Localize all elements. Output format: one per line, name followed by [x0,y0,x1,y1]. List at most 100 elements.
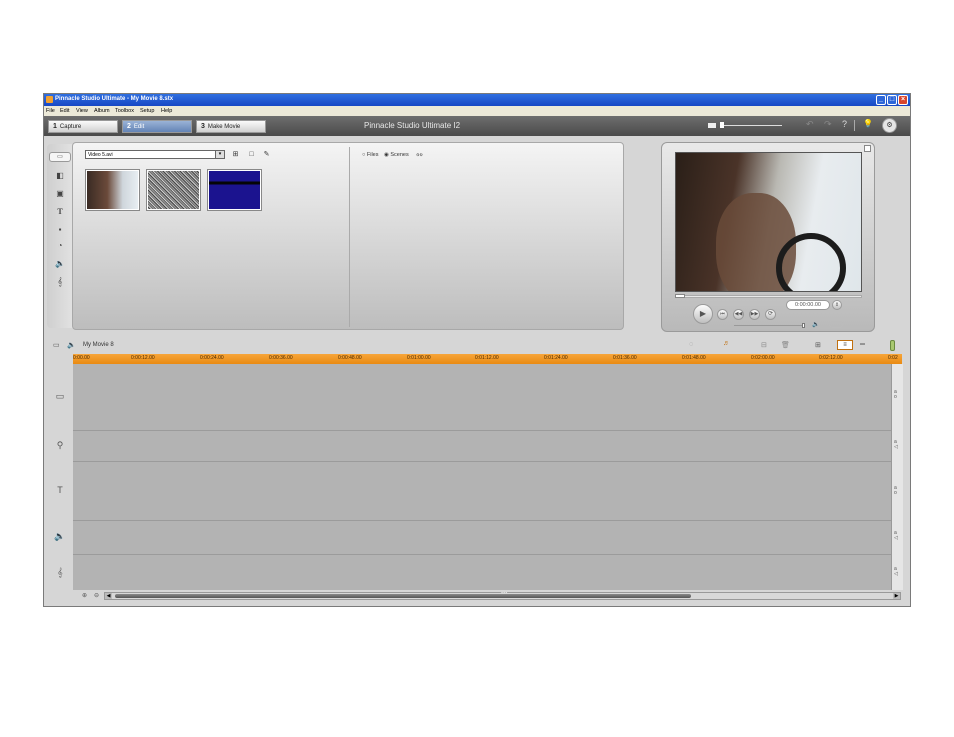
timeline-scale-icon[interactable] [890,340,895,351]
jog-handle[interactable] [802,323,805,328]
undo-icon[interactable]: ↶ [806,119,814,130]
folder-icon[interactable]: □ [247,150,256,159]
fullscreen-icon[interactable] [864,145,871,152]
timeline-ruler[interactable]: 0:00.00 0:00:12.00 0:00:24.00 0:00:36.00… [73,354,902,364]
redo-icon[interactable]: ↷ [824,119,832,130]
tab-edit[interactable]: 2 Edit [122,120,192,133]
menu-view[interactable]: View [76,108,88,114]
music-icon[interactable]: 𝄞 [55,278,65,286]
photos-icon[interactable]: ▣ [55,190,65,198]
timeline-mode-icon[interactable]: ≡ [837,340,853,350]
close-button[interactable]: × [898,95,908,105]
maximize-button[interactable]: □ [887,95,897,105]
lock-icon[interactable]: ao [894,486,897,496]
player-volume-icon[interactable]: 🔈 [812,321,819,328]
scroll-right-arrow[interactable]: ▶ [893,593,900,599]
scrollbar-thumb[interactable]: ••• [115,591,691,598]
dvd-remote-icon[interactable] [829,321,843,328]
menu-bar: File Edit View Album Toolbox Setup Help [44,106,910,116]
video-preview [675,152,862,292]
album-page-divider [349,147,350,327]
text-view-icon[interactable]: ═ [860,341,865,348]
timecode-display[interactable]: 0:00:00.00 [786,300,830,310]
album-options-icon[interactable]: ⊞ [231,150,240,159]
tab-make-movie[interactable]: 3 Make Movie [196,120,266,133]
rewind-button[interactable]: ◀◀ [733,309,744,320]
go-to-start-button[interactable]: ⏮ [717,309,728,320]
fast-forward-button[interactable]: ▶▶ [749,309,760,320]
track-divider [73,554,891,555]
menu-help[interactable]: Help [161,108,172,114]
timeline-scrollbar[interactable]: ◀ ••• ▶ [104,591,901,600]
window-title: Pinnacle Studio Ultimate - My Movie 8.st… [55,96,174,102]
source-dropdown[interactable]: Video 5.avi ▾ [85,150,225,159]
zoom-out-icon[interactable]: ⊖ [94,592,99,599]
video-tab-icon[interactable]: ▭ [49,152,71,162]
scrubber-handle[interactable] [675,294,685,298]
scene-thumbnail-2[interactable] [147,170,200,210]
radio-scenes[interactable]: ◉ Scenes [384,152,409,158]
track-divider [73,430,891,431]
menu-setup[interactable]: Setup [140,108,154,114]
menu-toolbox[interactable]: Toolbox [115,108,134,114]
razor-icon[interactable]: ◌ [689,341,693,348]
radio-files[interactable]: ○ Files [362,152,378,158]
lightbulb-icon[interactable]: 💡 [863,119,873,128]
storyboard-view-icon[interactable]: ▭ [53,341,60,349]
app-window: Pinnacle Studio Ultimate - My Movie 8.st… [43,93,911,607]
jog-slider[interactable] [734,325,804,326]
titles-icon[interactable]: T [55,208,65,216]
toolbar-divider [854,120,855,131]
timecode-stepper[interactable]: ⇕ [832,300,842,310]
zoom-in-icon[interactable]: ⊕ [82,592,87,599]
track-divider [73,520,891,521]
overlay-track-icon[interactable]: ⚲ [54,440,66,450]
album-tool-icon[interactable]: ✎ [262,150,271,159]
volume-slider[interactable] [720,125,782,126]
title-track-icon[interactable]: T [54,485,66,495]
trash-icon[interactable]: 🗑 [781,341,790,349]
timeline-tracks[interactable] [73,364,891,590]
video-track-icon[interactable]: ▭ [54,391,66,401]
app-name: Pinnacle Studio Ultimate I2 [364,121,461,130]
settings-icon[interactable]: ⚙ [882,118,897,133]
mode-tab-bar: 1 Capture 2 Edit 3 Make Movie Pinnacle Stud… [44,116,910,136]
lock-icon[interactable]: ao [894,390,897,400]
menu-file[interactable]: File [46,108,55,114]
player-panel: ▶ ⏮ ◀◀ ▶▶ ⟳ 0:00:00.00 ⇕ 🔈 [661,142,875,332]
title-bar: Pinnacle Studio Ultimate - My Movie 8.st… [44,94,910,106]
scrubber-bar[interactable] [675,295,862,298]
scroll-left-arrow[interactable]: ◀ [105,593,112,599]
lock-icon[interactable]: a ◁ [894,567,898,577]
transitions-icon[interactable]: ◧ [55,172,65,180]
view-mode-radios: ○ Files ◉ Scenes ℴℴ [362,150,423,158]
scene-detect-icon[interactable]: ℴℴ [416,151,422,158]
audio-mixer-icon[interactable]: ♬ [723,340,730,347]
scene-thumbnail-3[interactable] [208,170,261,210]
tab-capture[interactable]: 1 Capture [48,120,118,133]
app-icon [46,96,53,103]
menu-album[interactable]: Album [94,108,110,114]
help-icon[interactable]: ? [842,119,847,129]
audio-view-icon[interactable]: 🔈 [67,341,76,349]
minimize-button[interactable]: _ [876,95,886,105]
chevron-down-icon[interactable]: ▾ [215,151,224,158]
lock-icon[interactable]: a ◁ [894,531,898,541]
menu-edit[interactable]: Edit [60,108,69,114]
scene-thumbnail-1[interactable] [86,170,139,210]
lock-icon[interactable]: a ◁ [894,440,898,450]
track-lock-column: ao a ◁ ao a ◁ a ◁ [891,364,903,590]
track-divider [73,461,891,462]
volume-icon[interactable] [708,123,716,128]
sound-track-icon[interactable]: 🔈 [54,531,66,541]
storyboard-mode-icon[interactable]: ⊞ [815,341,821,349]
loop-button[interactable]: ⟳ [765,309,776,320]
audio-icon[interactable]: 🔈 [55,260,65,268]
split-clip-icon[interactable]: ⊟ [761,341,767,349]
disc-menu-icon[interactable]: ▪ [55,226,65,234]
sound-effects-icon[interactable]: ◔ [55,242,65,250]
volume-slider-handle[interactable] [720,122,724,128]
play-button[interactable]: ▶ [693,304,713,324]
project-name: My Movie 8 [83,342,114,348]
music-track-icon[interactable]: 𝄞 [54,567,66,577]
